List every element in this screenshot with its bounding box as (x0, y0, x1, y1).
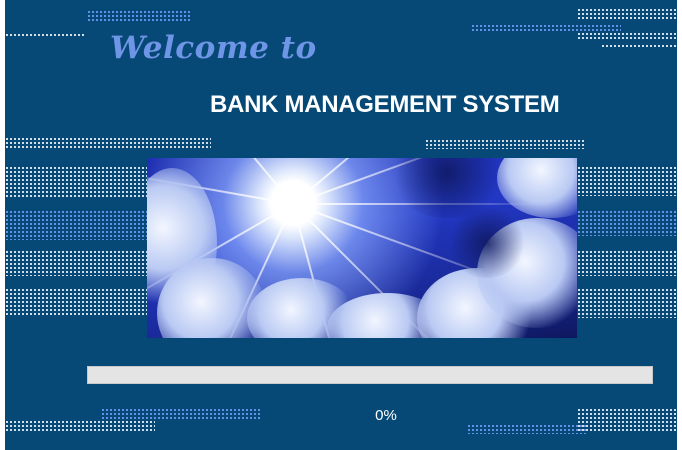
decorative-dots (467, 424, 587, 434)
decorative-dots (5, 250, 147, 276)
decorative-dots (5, 210, 147, 240)
decorative-dots (601, 44, 677, 48)
decorative-dots (577, 210, 677, 236)
app-title: BANK MANAGEMENT SYSTEM (210, 91, 560, 118)
loading-progress-bar (87, 366, 653, 384)
progress-percent-label: 0% (375, 407, 397, 424)
decorative-dots (577, 32, 677, 40)
decorative-dots (577, 288, 677, 318)
hero-sky-image (147, 158, 577, 338)
welcome-heading: Welcome to (110, 30, 317, 66)
decorative-dots (5, 137, 211, 149)
decorative-dots (425, 139, 585, 149)
decorative-dots (577, 8, 677, 20)
splash-screen: Welcome to BANK MANAGEMENT SYSTEM 0% (5, 0, 677, 450)
decorative-dots (471, 24, 621, 32)
decorative-dots (87, 10, 191, 22)
decorative-dots (5, 33, 85, 37)
decorative-dots (5, 288, 147, 316)
decorative-dots (577, 250, 677, 276)
decorative-dots (5, 166, 147, 198)
decorative-dots (577, 166, 677, 196)
